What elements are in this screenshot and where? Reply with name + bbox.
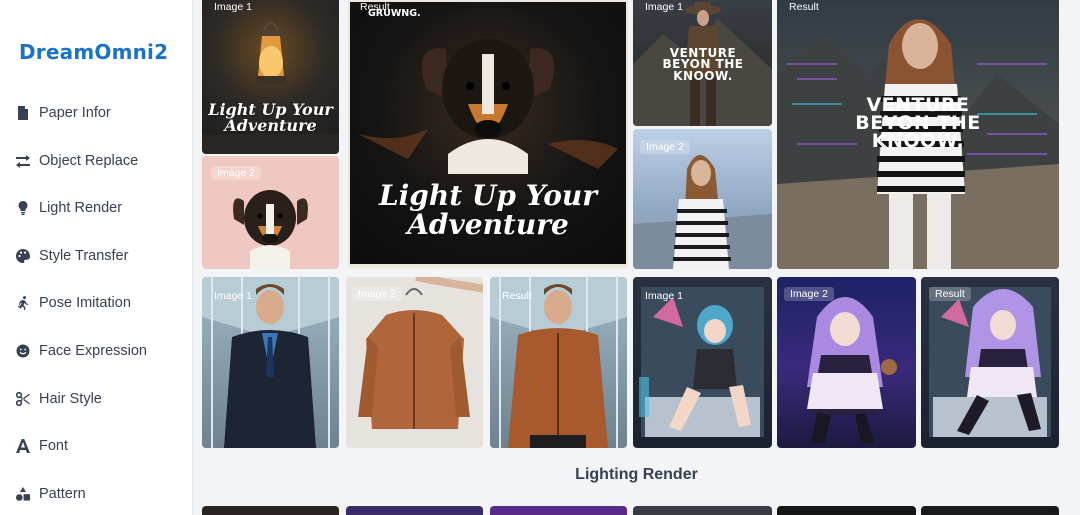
image-tag: Image 2 — [211, 166, 261, 180]
image-tag: Result — [502, 290, 532, 302]
swap-arrows-icon — [16, 155, 30, 168]
lighting-image-tile[interactable] — [346, 506, 483, 515]
sidebar-item-label: Pattern — [39, 486, 86, 502]
sidebar-item-label: Font — [39, 438, 69, 454]
tile-caption: VENTURE BEYON THE KNOOW. — [662, 46, 744, 83]
sidebar-item-pattern[interactable]: Pattern — [16, 482, 86, 506]
jacket-illustration — [358, 277, 483, 429]
result-anime-tile[interactable]: Result — [921, 277, 1059, 448]
dog-image-tile[interactable]: Image 2 — [202, 156, 339, 269]
result-woman-tile[interactable]: Result VENTURE BEYON THE KNOOW. — [777, 0, 1059, 269]
palette-icon — [16, 249, 30, 263]
anime-illustration — [929, 287, 1051, 437]
sidebar-item-font[interactable]: Font — [16, 434, 68, 458]
shapes-icon — [16, 487, 30, 501]
document-icon — [18, 106, 28, 120]
sidebar-item-face-expression[interactable]: Face Expression — [16, 339, 147, 363]
suit-man-tile[interactable]: Image 1 — [202, 277, 339, 448]
lighting-image-tile[interactable] — [490, 506, 627, 515]
sidebar-item-label: Face Expression — [39, 343, 147, 359]
smile-icon — [16, 344, 30, 358]
sidebar-item-label: Object Replace — [39, 153, 139, 169]
image-tag: Image 1 — [645, 290, 683, 302]
lighting-image-tile[interactable] — [633, 506, 772, 515]
sidebar-item-label: Style Transfer — [39, 248, 129, 264]
tile-caption: Light Up Your Adventure — [208, 100, 333, 136]
jacket-image-tile[interactable]: Image 2 — [346, 277, 483, 448]
anime-image-2-tile[interactable]: Image 2 — [777, 277, 916, 448]
image-tag: Image 2 — [784, 287, 834, 301]
lantern-image-tile[interactable]: Image 1 Light Up Your Adventure — [202, 0, 339, 154]
sidebar: DreamOmni2 Paper Infor Object Replace Li… — [0, 0, 193, 515]
sidebar-item-label: Light Render — [39, 200, 123, 216]
image-tag: Image 1 — [214, 1, 252, 13]
woman-image-tile[interactable]: Image 2 — [633, 129, 772, 269]
result-dog-tile[interactable]: Result GRUWNG. Light Up Your Adventure — [348, 0, 628, 268]
lighting-image-tile[interactable] — [921, 506, 1059, 515]
letter-a-icon — [16, 439, 30, 453]
sidebar-item-label: Pose Imitation — [39, 295, 131, 311]
running-person-icon — [18, 296, 29, 310]
image-tag: Image 1 — [214, 290, 252, 302]
image-tag: Result — [929, 287, 971, 301]
image-tag: Image 1 — [645, 1, 683, 13]
image-tag: Image 2 — [640, 140, 690, 154]
scissors-icon — [16, 392, 30, 406]
lightbulb-icon — [18, 201, 28, 215]
sidebar-item-label: Paper Infor — [39, 105, 111, 121]
sidebar-item-label: Hair Style — [39, 391, 102, 407]
sidebar-item-pose-imitation[interactable]: Pose Imitation — [16, 291, 131, 315]
anime-image-1-tile[interactable]: Image 1 — [633, 277, 772, 448]
explorer-image-tile[interactable]: Image 1 VENTURE BEYON THE KNOOW. — [633, 0, 772, 126]
tile-caption: VENTURE BEYON THE KNOOW. — [855, 94, 981, 153]
image-tag: Result — [789, 1, 819, 13]
lighting-image-tile[interactable] — [202, 506, 339, 515]
sidebar-item-paper-infor[interactable]: Paper Infor — [16, 101, 111, 125]
app-logo[interactable]: DreamOmni2 — [19, 40, 168, 64]
sidebar-item-light-render[interactable]: Light Render — [16, 196, 122, 220]
section-title: Lighting Render — [575, 466, 698, 483]
image-tag: Image 2 — [352, 287, 402, 301]
sidebar-item-hair-style[interactable]: Hair Style — [16, 387, 102, 411]
lighting-image-tile[interactable] — [777, 506, 916, 515]
result-man-tile[interactable]: Result — [490, 277, 627, 448]
brand-watermark: GRUWNG. — [368, 8, 421, 19]
sidebar-item-style-transfer[interactable]: Style Transfer — [16, 244, 128, 268]
anime-illustration — [807, 297, 897, 443]
sidebar-item-object-replace[interactable]: Object Replace — [16, 149, 138, 173]
tile-caption: Light Up Your Adventure — [378, 179, 598, 241]
